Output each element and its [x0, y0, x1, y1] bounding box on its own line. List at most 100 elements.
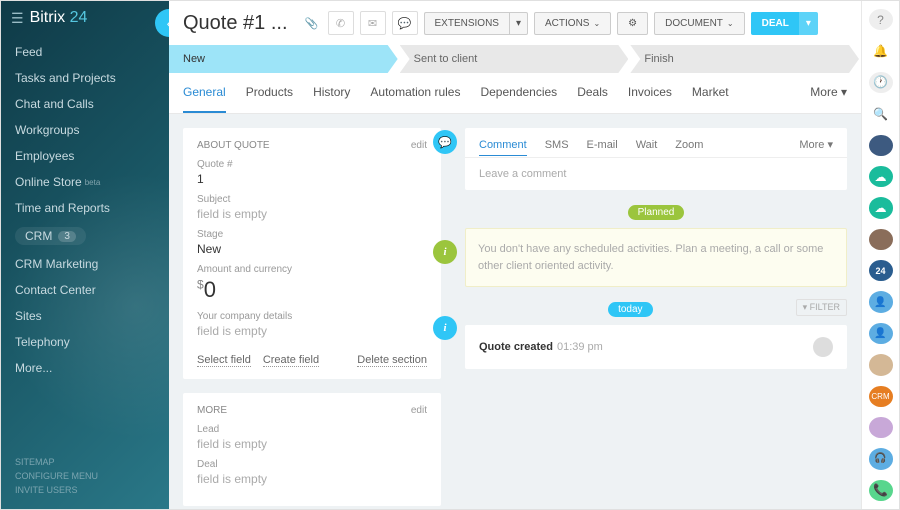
sitemap-link[interactable]: SITEMAP	[15, 457, 98, 467]
lead-label: Lead	[197, 424, 427, 435]
comment-tab-comment[interactable]: Comment	[479, 139, 527, 156]
avatar[interactable]	[869, 354, 893, 375]
chat-icon[interactable]: 💬	[392, 11, 418, 35]
comment-input[interactable]: Leave a comment	[465, 158, 847, 190]
more-card: MORE edit Lead field is empty Deal field i…	[183, 393, 441, 506]
support-icon[interactable]: 🎧	[869, 448, 893, 469]
comment-tab-sms[interactable]: SMS	[545, 139, 569, 151]
company-label: Your company details	[197, 311, 427, 322]
sidebar-item-tasks[interactable]: Tasks and Projects	[1, 65, 169, 91]
bell-icon[interactable]: 🔔	[869, 40, 893, 61]
tab-general[interactable]: General	[183, 73, 226, 113]
tab-invoices[interactable]: Invoices	[628, 73, 672, 113]
bitrix24-icon[interactable]: 24	[869, 260, 893, 281]
stage-finish[interactable]: Finish	[630, 45, 859, 73]
deal-label: Deal	[197, 459, 427, 470]
comment-tab-more[interactable]: More ▾	[799, 138, 833, 151]
comment-tab-wait[interactable]: Wait	[636, 139, 658, 151]
comment-tab-email[interactable]: E-mail	[587, 139, 618, 151]
sidebar-item-chat[interactable]: Chat and Calls	[1, 91, 169, 117]
page-title: Quote #1 ...	[183, 12, 288, 35]
sidebar-item-workgroups[interactable]: Workgroups	[1, 117, 169, 143]
more-edit-link[interactable]: edit	[411, 405, 427, 416]
user-icon[interactable]: 👤	[869, 323, 893, 344]
about-edit-link[interactable]: edit	[411, 140, 427, 151]
actions-button[interactable]: ACTIONS ⌄	[534, 12, 611, 35]
avatar[interactable]	[813, 337, 833, 357]
rightbar: ? 🔔 🕐 🔍 ☁ ☁ 24 👤 👤 CRM 🎧 📞	[861, 1, 899, 509]
sidebar-item-time[interactable]: Time and Reports	[1, 195, 169, 221]
attachment-icon[interactable]: 📎	[302, 11, 322, 35]
delete-section-link[interactable]: Delete section	[357, 354, 427, 367]
deal-dropdown[interactable]: ▾	[799, 12, 818, 35]
event-time: 01:39 pm	[557, 341, 603, 353]
deal-value[interactable]: field is empty	[197, 472, 427, 486]
stage-new[interactable]: New	[169, 45, 398, 73]
sidebar-footer: SITEMAP CONFIGURE MENU INVITE USERS	[15, 453, 98, 499]
tab-dependencies[interactable]: Dependencies	[480, 73, 557, 113]
sidebar-item-telephony[interactable]: Telephony	[1, 329, 169, 355]
invite-users-link[interactable]: INVITE USERS	[15, 485, 98, 495]
comment-box: Comment SMS E-mail Wait Zoom More ▾ Leav…	[465, 128, 847, 190]
tab-automation[interactable]: Automation rules	[370, 73, 460, 113]
tab-market[interactable]: Market	[692, 73, 729, 113]
extensions-button[interactable]: EXTENSIONS	[424, 12, 509, 35]
user-icon[interactable]: 👤	[869, 291, 893, 312]
subject-label: Subject	[197, 194, 427, 205]
document-button[interactable]: DOCUMENT ⌄	[654, 12, 744, 35]
tab-more[interactable]: More ▾	[810, 73, 847, 113]
detail-tabs: General Products History Automation rule…	[169, 73, 861, 114]
planned-note: You don't have any scheduled activities.…	[465, 228, 847, 287]
sidebar-item-contactcenter[interactable]: Contact Center	[1, 277, 169, 303]
sidebar-item-more[interactable]: More...	[1, 355, 169, 381]
stage-value[interactable]: New	[197, 242, 427, 256]
amount-label: Amount and currency	[197, 264, 427, 275]
filter-button[interactable]: ▾ FILTER	[796, 299, 847, 316]
configure-menu-link[interactable]: CONFIGURE MENU	[15, 471, 98, 481]
quote-num-value: 1	[197, 172, 427, 186]
phone-icon[interactable]: ✆	[328, 11, 354, 35]
avatar[interactable]	[869, 135, 893, 156]
deal-button[interactable]: DEAL	[751, 12, 799, 35]
sidebar-item-crm[interactable]: CRM3	[1, 221, 169, 251]
clock-icon[interactable]: 🕐	[869, 72, 893, 93]
sidebar-nav: Feed Tasks and Projects Chat and Calls W…	[1, 35, 169, 385]
subject-value[interactable]: field is empty	[197, 207, 427, 221]
sidebar-item-onlinestore[interactable]: Online Storebeta	[1, 169, 169, 195]
more-title: MORE	[197, 405, 227, 416]
about-quote-title: ABOUT QUOTE	[197, 140, 270, 151]
company-value[interactable]: field is empty	[197, 324, 427, 338]
tab-deals[interactable]: Deals	[577, 73, 608, 113]
search-icon[interactable]: 🔍	[869, 103, 893, 124]
create-field-link[interactable]: Create field	[263, 354, 319, 367]
extensions-dropdown[interactable]: ▾	[509, 12, 528, 35]
avatar[interactable]	[869, 417, 893, 438]
stage-bar: New Sent to client Finish	[169, 45, 861, 73]
sidebar-item-sites[interactable]: Sites	[1, 303, 169, 329]
email-icon[interactable]: ✉	[360, 11, 386, 35]
tab-history[interactable]: History	[313, 73, 350, 113]
sidebar-item-feed[interactable]: Feed	[1, 39, 169, 65]
lead-value[interactable]: field is empty	[197, 437, 427, 451]
cloud-icon[interactable]: ☁	[869, 166, 893, 187]
stage-label: Stage	[197, 229, 427, 240]
select-field-link[interactable]: Select field	[197, 354, 251, 367]
sidebar-item-employees[interactable]: Employees	[1, 143, 169, 169]
planned-badge: Planned	[628, 205, 685, 220]
event-title: Quote created	[479, 341, 553, 353]
comment-icon: 💬	[433, 130, 457, 154]
avatar[interactable]	[869, 229, 893, 250]
tab-products[interactable]: Products	[246, 73, 293, 113]
help-icon[interactable]: ?	[869, 9, 893, 30]
menu-icon[interactable]: ☰	[11, 10, 24, 27]
today-badge: today	[608, 302, 652, 317]
settings-button[interactable]: ⚙	[617, 12, 648, 35]
sidebar: ☰ Bitrix 24 ‹ Feed Tasks and Projects Ch…	[1, 1, 169, 509]
crm-icon[interactable]: CRM	[869, 386, 893, 407]
phone-icon[interactable]: 📞	[869, 480, 893, 501]
cloud-icon[interactable]: ☁	[869, 197, 893, 218]
stage-sent[interactable]: Sent to client	[400, 45, 629, 73]
comment-tab-zoom[interactable]: Zoom	[675, 139, 703, 151]
amount-value[interactable]: $0	[197, 277, 427, 303]
sidebar-item-crmmarketing[interactable]: CRM Marketing	[1, 251, 169, 277]
